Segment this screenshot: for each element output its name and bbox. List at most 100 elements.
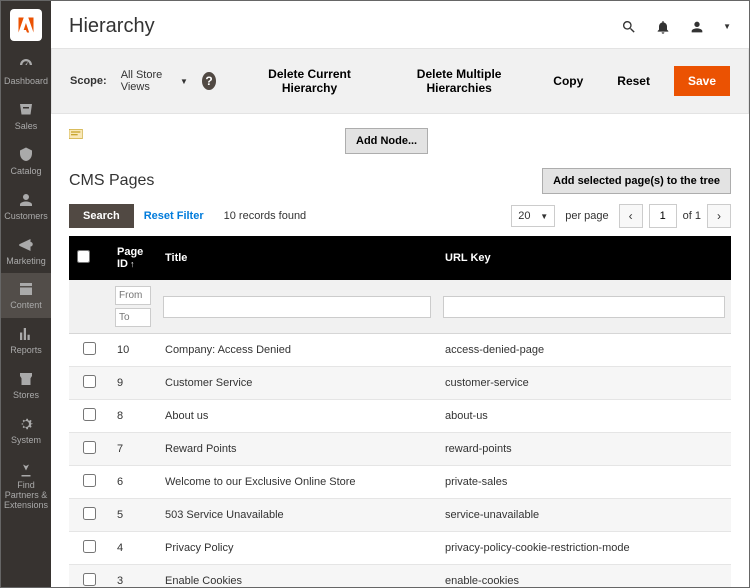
chevron-down-icon: ▼: [540, 212, 548, 221]
notifications-icon[interactable]: [655, 19, 671, 35]
adobe-logo-icon: [16, 15, 36, 35]
nav-label: System: [11, 436, 41, 446]
cell-url: access-denied-page: [437, 334, 731, 367]
tree-root-icon[interactable]: [69, 128, 85, 140]
stores-icon: [17, 370, 35, 388]
add-node-button[interactable]: Add Node...: [345, 128, 428, 154]
nav-item-catalog[interactable]: Catalog: [1, 139, 51, 184]
cell-title: Enable Cookies: [157, 565, 437, 588]
grid-search-button[interactable]: Search: [69, 204, 134, 228]
table-row[interactable]: 3Enable Cookiesenable-cookies: [69, 565, 731, 588]
cell-title: About us: [157, 400, 437, 433]
scope-selector[interactable]: All Store Views ▼: [121, 69, 188, 93]
nav-label: Customers: [4, 212, 48, 222]
page-input[interactable]: [649, 204, 677, 228]
cell-id: 9: [109, 367, 157, 400]
cell-title: Customer Service: [157, 367, 437, 400]
reset-button[interactable]: Reset: [607, 68, 660, 94]
partners-icon: [17, 460, 35, 478]
cell-title: Company: Access Denied: [157, 334, 437, 367]
page-of-label: of 1: [683, 210, 701, 222]
row-checkbox[interactable]: [83, 342, 96, 355]
nav-item-reports[interactable]: Reports: [1, 318, 51, 363]
search-icon[interactable]: [621, 19, 637, 35]
cell-title: Privacy Policy: [157, 532, 437, 565]
cell-id: 7: [109, 433, 157, 466]
nav-item-system[interactable]: System: [1, 408, 51, 453]
filter-title-input[interactable]: [163, 296, 431, 318]
table-row[interactable]: 6Welcome to our Exclusive Online Storepr…: [69, 466, 731, 499]
delete-multiple-button[interactable]: Delete Multiple Hierarchies: [389, 61, 529, 101]
next-page-button[interactable]: ›: [707, 204, 731, 228]
table-row[interactable]: 5503 Service Unavailableservice-unavaila…: [69, 499, 731, 532]
table-row[interactable]: 4Privacy Policyprivacy-policy-cookie-res…: [69, 532, 731, 565]
nav-item-content[interactable]: Content: [1, 273, 51, 318]
nav-item-sales[interactable]: Sales: [1, 94, 51, 139]
nav-item-stores[interactable]: Stores: [1, 363, 51, 408]
page-title: Hierarchy: [69, 15, 621, 38]
sort-arrow-icon: ↑: [130, 259, 135, 269]
app-logo[interactable]: [10, 9, 42, 41]
table-row[interactable]: 10Company: Access Deniedaccess-denied-pa…: [69, 334, 731, 367]
row-checkbox[interactable]: [83, 507, 96, 520]
cell-title: Welcome to our Exclusive Online Store: [157, 466, 437, 499]
sales-icon: [17, 101, 35, 119]
filter-id-to[interactable]: [115, 308, 151, 327]
column-url-key[interactable]: URL Key: [437, 236, 731, 280]
help-icon[interactable]: ?: [202, 72, 216, 90]
nav-item-dashboard[interactable]: Dashboard: [1, 49, 51, 94]
nav-label: Stores: [13, 391, 39, 401]
nav-label: Reports: [10, 346, 42, 356]
table-row[interactable]: 7Reward Pointsreward-points: [69, 433, 731, 466]
nav-label: Marketing: [6, 257, 46, 267]
nav-label: Content: [10, 301, 42, 311]
row-checkbox[interactable]: [83, 441, 96, 454]
filter-id-from[interactable]: [115, 286, 151, 305]
scope-value: All Store Views: [121, 69, 176, 93]
row-checkbox[interactable]: [83, 540, 96, 553]
row-checkbox[interactable]: [83, 474, 96, 487]
row-checkbox[interactable]: [83, 408, 96, 421]
table-row[interactable]: 8About usabout-us: [69, 400, 731, 433]
column-title[interactable]: Title: [157, 236, 437, 280]
select-all-checkbox[interactable]: [77, 250, 90, 263]
row-checkbox[interactable]: [83, 375, 96, 388]
cell-url: private-sales: [437, 466, 731, 499]
cell-url: privacy-policy-cookie-restriction-mode: [437, 532, 731, 565]
filter-urlkey-input[interactable]: [443, 296, 725, 318]
perpage-label: per page: [565, 210, 608, 222]
action-toolbar: Scope: All Store Views ▼ ? Delete Curren…: [51, 48, 749, 114]
customers-icon: [17, 191, 35, 209]
nav-label: Find Partners & Extensions: [1, 481, 51, 511]
column-page-id[interactable]: Page ID↑: [109, 236, 157, 280]
row-checkbox[interactable]: [83, 573, 96, 586]
copy-button[interactable]: Copy: [543, 68, 593, 94]
nav-item-customers[interactable]: Customers: [1, 184, 51, 229]
reset-filter-link[interactable]: Reset Filter: [144, 210, 204, 222]
account-icon[interactable]: [689, 19, 705, 35]
catalog-icon: [17, 146, 35, 164]
account-dropdown-caret[interactable]: ▼: [723, 22, 731, 31]
perpage-select[interactable]: 20▼: [511, 205, 555, 227]
cell-title: Reward Points: [157, 433, 437, 466]
nav-label: Catalog: [10, 167, 41, 177]
select-all-header: [69, 236, 109, 280]
prev-page-button[interactable]: ‹: [619, 204, 643, 228]
cms-pages-grid: Page ID↑ Title URL Key 10Company: Access…: [69, 236, 731, 587]
nav-label: Sales: [15, 122, 38, 132]
main-content: Hierarchy ▼ Scope: All Store Views ▼ ? D…: [51, 1, 749, 587]
cell-url: service-unavailable: [437, 499, 731, 532]
table-row[interactable]: 9Customer Servicecustomer-service: [69, 367, 731, 400]
content-icon: [17, 280, 35, 298]
cell-id: 6: [109, 466, 157, 499]
delete-current-button[interactable]: Delete Current Hierarchy: [244, 61, 375, 101]
save-button[interactable]: Save: [674, 66, 730, 96]
cell-title: 503 Service Unavailable: [157, 499, 437, 532]
add-selected-pages-button[interactable]: Add selected page(s) to the tree: [542, 168, 731, 194]
cell-url: about-us: [437, 400, 731, 433]
system-icon: [17, 415, 35, 433]
cell-url: reward-points: [437, 433, 731, 466]
nav-item-marketing[interactable]: Marketing: [1, 229, 51, 274]
marketing-icon: [17, 236, 35, 254]
nav-item-partners[interactable]: Find Partners & Extensions: [1, 453, 51, 518]
